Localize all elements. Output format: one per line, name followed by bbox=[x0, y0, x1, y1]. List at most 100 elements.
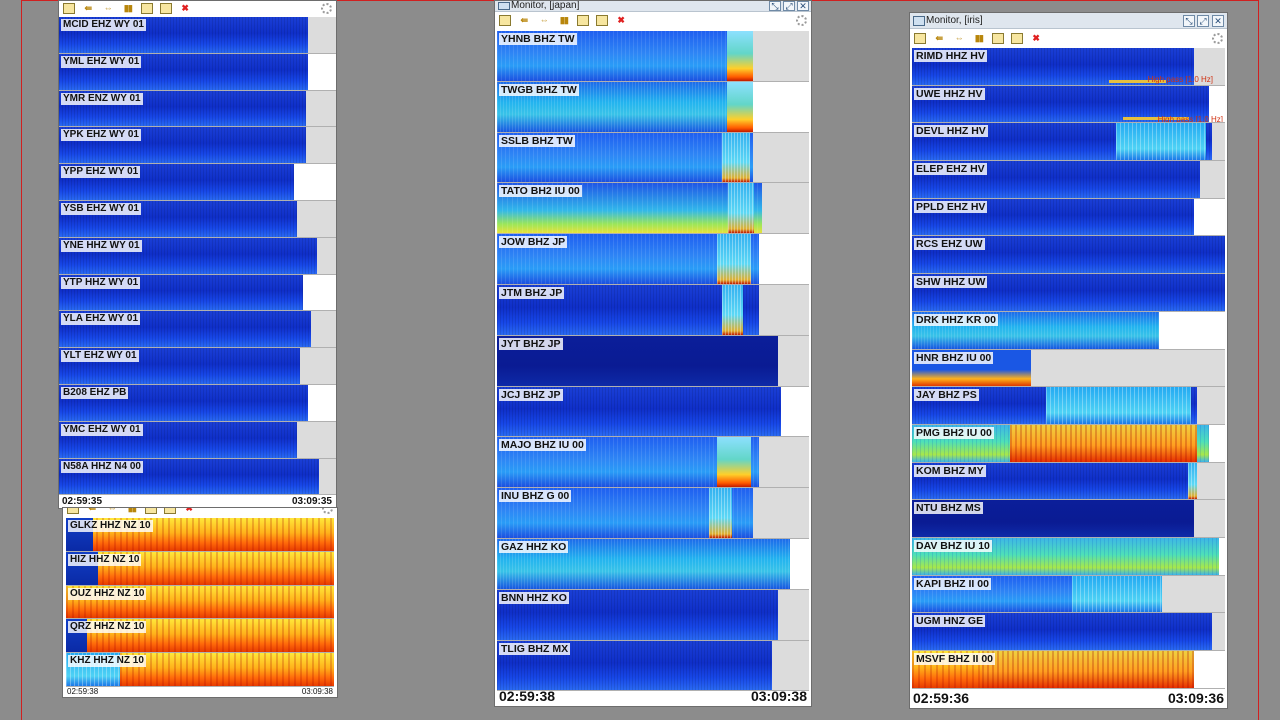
station-row[interactable]: INU BHZ G 00 bbox=[497, 488, 809, 539]
station-row[interactable]: HIZ HHZ NZ 10 bbox=[66, 551, 334, 586]
station-row[interactable]: MAJO BHZ IU 00 bbox=[497, 437, 809, 489]
station-row[interactable]: YMR ENZ WY 01 bbox=[59, 90, 336, 128]
station-row[interactable]: YHNB BHZ TW bbox=[497, 31, 809, 82]
station-row[interactable]: JOW BHZ JP bbox=[497, 234, 809, 285]
close-icon[interactable]: ✖ bbox=[183, 508, 196, 514]
station-row[interactable]: B208 EHZ PB bbox=[59, 384, 336, 422]
gear-icon[interactable] bbox=[1212, 33, 1223, 44]
station-row[interactable]: KHZ HHZ NZ 10 bbox=[66, 653, 334, 687]
step-icon[interactable]: ⇔ bbox=[102, 3, 115, 14]
station-row[interactable]: YTP HHZ WY 01 bbox=[59, 274, 336, 312]
station-label: KOM BHZ MY bbox=[914, 464, 986, 477]
station-row[interactable]: SHW HHZ UW bbox=[912, 274, 1225, 312]
station-row[interactable]: GLKZ HHZ NZ 10 bbox=[66, 518, 334, 552]
station-row[interactable]: UGM HNZ GE bbox=[912, 613, 1225, 651]
pause-icon[interactable]: ▮▮ bbox=[972, 33, 985, 44]
station-label: YMR ENZ WY 01 bbox=[61, 92, 143, 105]
station-row[interactable]: RCS EHZ UW bbox=[912, 236, 1225, 275]
new-window-icon[interactable] bbox=[499, 14, 511, 26]
gear-icon[interactable] bbox=[796, 15, 807, 26]
no-data-area bbox=[308, 17, 336, 53]
station-row[interactable]: RIMD HHZ HV High pass [1.0 Hz] bbox=[912, 48, 1225, 86]
pause-icon[interactable]: ▮▮ bbox=[125, 508, 138, 514]
step-icon[interactable]: ⇔ bbox=[106, 508, 119, 514]
station-row[interactable]: MSVF BHZ II 00 bbox=[912, 651, 1225, 689]
station-row[interactable]: BNN HHZ KO bbox=[497, 589, 809, 641]
no-data-area bbox=[1196, 387, 1225, 424]
station-row[interactable]: NTU BHZ MS bbox=[912, 500, 1225, 538]
rewind-icon[interactable]: ⇚ bbox=[82, 3, 95, 14]
station-row[interactable]: TLIG BHZ MX bbox=[497, 640, 809, 692]
maximize-icon[interactable]: ⤢ bbox=[783, 1, 795, 11]
station-row[interactable]: OUZ HHZ NZ 10 bbox=[66, 585, 334, 620]
close-icon[interactable]: ✖ bbox=[615, 15, 628, 26]
new-window-icon[interactable] bbox=[67, 508, 79, 514]
station-row[interactable]: GAZ HHZ KO bbox=[497, 538, 809, 590]
maximize-icon[interactable]: ⤢ bbox=[1197, 15, 1209, 27]
paste-icon[interactable] bbox=[159, 2, 172, 14]
gear-icon[interactable] bbox=[321, 3, 332, 14]
station-row[interactable]: JAY BHZ PS bbox=[912, 387, 1225, 425]
station-row[interactable]: HNR BHZ IU 00 bbox=[912, 349, 1225, 388]
step-icon[interactable]: ⇔ bbox=[538, 15, 551, 26]
copy-icon[interactable] bbox=[577, 14, 590, 26]
station-row[interactable]: YPP EHZ WY 01 bbox=[59, 164, 336, 201]
station-row[interactable]: YLT EHZ WY 01 bbox=[59, 348, 336, 385]
station-row[interactable]: YSB EHZ WY 01 bbox=[59, 200, 336, 238]
copy-icon[interactable] bbox=[992, 32, 1005, 44]
station-row[interactable]: TATO BH2 IU 00 bbox=[497, 183, 809, 235]
station-row[interactable]: YNE HHZ WY 01 bbox=[59, 237, 336, 275]
gear-icon[interactable] bbox=[322, 508, 333, 514]
copy-icon[interactable] bbox=[145, 508, 158, 514]
paste-icon[interactable] bbox=[1010, 32, 1023, 44]
station-row[interactable]: SSLB BHZ TW bbox=[497, 132, 809, 184]
station-row[interactable]: ELEP EHZ HV bbox=[912, 161, 1225, 199]
restore-icon[interactable]: ⤡ bbox=[1183, 15, 1195, 27]
station-row[interactable]: JCJ BHZ JP bbox=[497, 386, 809, 438]
station-row[interactable]: QRZ HHZ NZ 10 bbox=[66, 619, 334, 654]
station-row[interactable]: MCID EHZ WY 01 bbox=[59, 17, 336, 54]
rewind-icon[interactable]: ⇚ bbox=[86, 508, 99, 514]
station-row[interactable]: DRK HHZ KR 00 bbox=[912, 311, 1225, 350]
restore-icon[interactable]: ⤡ bbox=[769, 1, 781, 11]
station-label: YLT EHZ WY 01 bbox=[61, 350, 139, 363]
station-label: YPP EHZ WY 01 bbox=[61, 166, 141, 179]
time-axis: 02:59:36 03:09:36 bbox=[910, 688, 1227, 708]
station-row[interactable]: YML EHZ WY 01 bbox=[59, 53, 336, 91]
paste-icon[interactable] bbox=[595, 14, 608, 26]
station-row[interactable]: YPK EHZ WY 01 bbox=[59, 127, 336, 165]
step-icon[interactable]: ⇔ bbox=[953, 33, 966, 44]
station-row[interactable]: YLA EHZ WY 01 bbox=[59, 311, 336, 349]
station-row[interactable]: PPLD EHZ HV bbox=[912, 198, 1225, 237]
station-row[interactable]: DAV BHZ IU 10 bbox=[912, 537, 1225, 576]
new-window-icon[interactable] bbox=[914, 32, 926, 44]
station-row[interactable]: UWE HHZ HV High pass [1.0 Hz] bbox=[912, 85, 1225, 124]
window-titlebar[interactable]: Monitor, [japan] ⤡ ⤢ ✕ bbox=[495, 1, 811, 12]
close-icon[interactable]: ✖ bbox=[179, 3, 192, 14]
close-icon[interactable]: ✖ bbox=[1030, 33, 1043, 44]
pause-icon[interactable]: ▮▮ bbox=[121, 3, 134, 14]
window-close-icon[interactable]: ✕ bbox=[797, 1, 809, 11]
copy-icon[interactable] bbox=[141, 2, 154, 14]
station-row[interactable]: TWGB BHZ TW bbox=[497, 81, 809, 133]
spectrogram-band bbox=[1045, 387, 1192, 424]
pause-icon[interactable]: ▮▮ bbox=[557, 15, 570, 26]
station-row[interactable]: PMG BH2 IU 00 bbox=[912, 424, 1225, 463]
rewind-icon[interactable]: ⇚ bbox=[933, 33, 946, 44]
new-window-icon[interactable] bbox=[63, 2, 75, 14]
window-titlebar[interactable]: Monitor, [iris] ⤡ ⤢ ✕ bbox=[910, 13, 1227, 29]
paste-icon[interactable] bbox=[163, 508, 176, 514]
station-label: GAZ HHZ KO bbox=[499, 540, 569, 553]
station-row[interactable]: YMC EHZ WY 01 bbox=[59, 421, 336, 459]
station-row[interactable]: N58A HHZ N4 00 bbox=[59, 458, 336, 496]
station-row[interactable]: KAPI BHZ II 00 bbox=[912, 575, 1225, 614]
spectrogram-band bbox=[727, 183, 755, 234]
window-close-icon[interactable]: ✕ bbox=[1212, 15, 1224, 27]
time-end: 03:09:38 bbox=[301, 687, 333, 696]
station-row[interactable]: JYT BHZ JP bbox=[497, 335, 809, 387]
station-row[interactable]: JTM BHZ JP bbox=[497, 284, 809, 336]
station-row[interactable]: DEVL HHZ HV bbox=[912, 123, 1225, 162]
station-row[interactable]: KOM BHZ MY bbox=[912, 462, 1225, 501]
rewind-icon[interactable]: ⇚ bbox=[518, 15, 531, 26]
frame-line-right bbox=[1258, 0, 1259, 720]
